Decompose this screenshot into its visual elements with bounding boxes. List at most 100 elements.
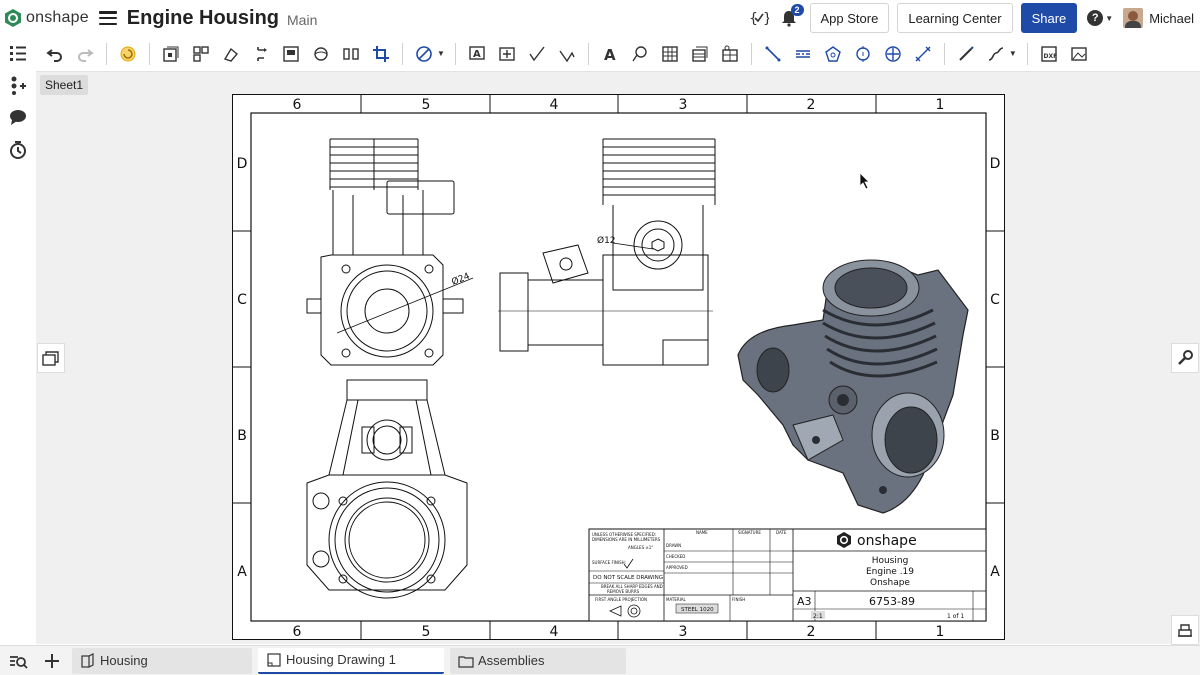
line-icon[interactable] <box>761 42 785 66</box>
user-menu[interactable]: Michael <box>1123 8 1194 28</box>
zone-col-label: 6 <box>293 624 302 639</box>
document-title[interactable]: Engine Housing <box>127 7 279 30</box>
auxiliary-view-icon[interactable] <box>219 42 243 66</box>
insert-view-icon[interactable] <box>159 42 183 66</box>
drawing-toolbar: ▼ A A ▼ DXF <box>0 36 1200 72</box>
row-label: DRAWN <box>666 543 681 548</box>
learning-center-button[interactable]: Learning Center <box>897 3 1013 33</box>
zone-row-label: D <box>237 156 248 172</box>
menu-icon[interactable] <box>98 11 117 25</box>
part-title-line: Onshape <box>870 578 910 588</box>
material-value: STEEL 1020 <box>681 607 714 613</box>
undo-icon[interactable] <box>43 42 67 66</box>
print-panel-icon[interactable] <box>1171 615 1199 645</box>
views-panel-icon[interactable] <box>37 343 65 373</box>
surface-finish-icon[interactable] <box>525 42 549 66</box>
insert-image-icon[interactable] <box>1067 42 1091 66</box>
note-icon[interactable]: A <box>465 42 489 66</box>
add-configuration-icon[interactable] <box>7 74 29 96</box>
text-icon[interactable]: A <box>598 42 622 66</box>
pen-icon[interactable] <box>954 42 978 66</box>
spline-icon[interactable] <box>984 42 1008 66</box>
centerline-icon[interactable] <box>791 42 815 66</box>
title-block[interactable]: UNLESS OTHERWISE SPECIFIED: DIMENSIONS A… <box>588 528 987 622</box>
dimension-icon[interactable] <box>911 42 935 66</box>
part-studio-icon <box>81 652 94 668</box>
centermark-icon[interactable] <box>851 42 875 66</box>
chevron-down-icon[interactable]: ▼ <box>437 49 445 58</box>
user-name: Michael <box>1149 10 1194 26</box>
onshape-logo[interactable]: onshape <box>4 8 89 28</box>
table-icon[interactable] <box>658 42 682 66</box>
projection-label: FIRST ANGLE PROJECTION <box>595 597 647 602</box>
drawing-scale: 2:1 <box>813 613 823 620</box>
break-view-icon[interactable] <box>339 42 363 66</box>
share-button[interactable]: Share <box>1020 3 1078 33</box>
row-label: APPROVED <box>666 565 688 570</box>
wrench-icon[interactable] <box>1171 343 1199 373</box>
redo-icon[interactable] <box>73 42 97 66</box>
top-view[interactable] <box>306 379 468 599</box>
bottom-tab-bar: Housing Housing Drawing 1 Assemblies <box>0 645 1200 675</box>
top-bar: onshape Engine Housing Main {} 2 App Sto… <box>0 0 1200 36</box>
projected-view-icon[interactable] <box>189 42 213 66</box>
weld-symbol-icon[interactable] <box>555 42 579 66</box>
tab-label: Housing Drawing 1 <box>286 652 396 667</box>
zone-row-label: B <box>237 428 247 444</box>
zone-row-label: B <box>990 428 1000 444</box>
help-icon: ? <box>1087 10 1104 26</box>
avatar <box>1123 8 1144 28</box>
isometric-view[interactable] <box>737 259 969 514</box>
zone-col-label: 6 <box>293 97 302 113</box>
broken-out-view-icon[interactable] <box>309 42 333 66</box>
zone-col-label: 4 <box>550 97 559 113</box>
sketch-icon[interactable] <box>412 42 436 66</box>
crop-view-icon[interactable] <box>369 42 393 66</box>
variables-icon[interactable]: {} <box>746 5 772 31</box>
callout-icon[interactable] <box>628 42 652 66</box>
tab-housing-drawing[interactable]: Housing Drawing 1 <box>258 647 444 674</box>
help-menu[interactable]: ? ▼ <box>1087 10 1113 26</box>
history-icon[interactable] <box>7 139 29 161</box>
drawing-sheet[interactable]: 6 5 4 3 2 1 6 5 4 3 2 1 D C B A D C B A <box>232 94 1005 640</box>
search-tabs-icon[interactable] <box>4 647 32 675</box>
sheet-tab[interactable]: Sheet1 <box>40 75 89 95</box>
bom-table-icon[interactable] <box>688 42 712 66</box>
tab-housing[interactable]: Housing <box>72 647 252 674</box>
branch-name[interactable]: Main <box>287 12 317 28</box>
tab-assemblies[interactable]: Assemblies <box>450 647 626 674</box>
feature-list-icon[interactable] <box>7 42 29 64</box>
sheet-number: 1 of 1 <box>947 613 964 620</box>
export-dxf-icon[interactable]: DXF <box>1037 42 1061 66</box>
title-block-logo-text: onshape <box>857 533 917 549</box>
folder-icon <box>458 655 474 668</box>
finish-label: FINISH <box>732 597 745 602</box>
zone-col-label: 4 <box>550 624 559 639</box>
bolt-circle-icon[interactable] <box>821 42 845 66</box>
zone-col-label: 5 <box>422 624 431 639</box>
detail-view-icon[interactable] <box>279 42 303 66</box>
zone-col-label: 3 <box>679 624 688 639</box>
title-note: ANGLES ±1° <box>628 545 653 550</box>
front-view[interactable]: Ø24 <box>306 138 474 366</box>
do-not-scale-label: DO NOT SCALE DRAWING <box>593 575 663 581</box>
zone-col-label: 2 <box>807 97 816 113</box>
column-header: NAME <box>696 530 708 535</box>
section-view-icon[interactable] <box>249 42 273 66</box>
zone-col-label: 3 <box>679 97 688 113</box>
comments-icon[interactable] <box>7 106 29 128</box>
datum-icon[interactable] <box>495 42 519 66</box>
notifications-bell-icon[interactable]: 2 <box>776 4 804 31</box>
update-icon[interactable] <box>116 42 140 66</box>
centermark-cross-icon[interactable] <box>881 42 905 66</box>
zone-col-label: 1 <box>936 624 945 639</box>
hole-table-icon[interactable] <box>718 42 742 66</box>
chevron-down-icon[interactable]: ▼ <box>1009 49 1017 58</box>
left-panel <box>0 36 36 644</box>
part-title-line: Engine .19 <box>866 567 914 577</box>
side-view[interactable]: Ø12 <box>498 138 716 366</box>
app-store-button[interactable]: App Store <box>809 3 890 33</box>
add-tab-icon[interactable] <box>38 647 66 675</box>
surface-finish-label: SURFACE FINISH: <box>592 560 626 565</box>
dimension-label: Ø24 <box>450 271 472 288</box>
